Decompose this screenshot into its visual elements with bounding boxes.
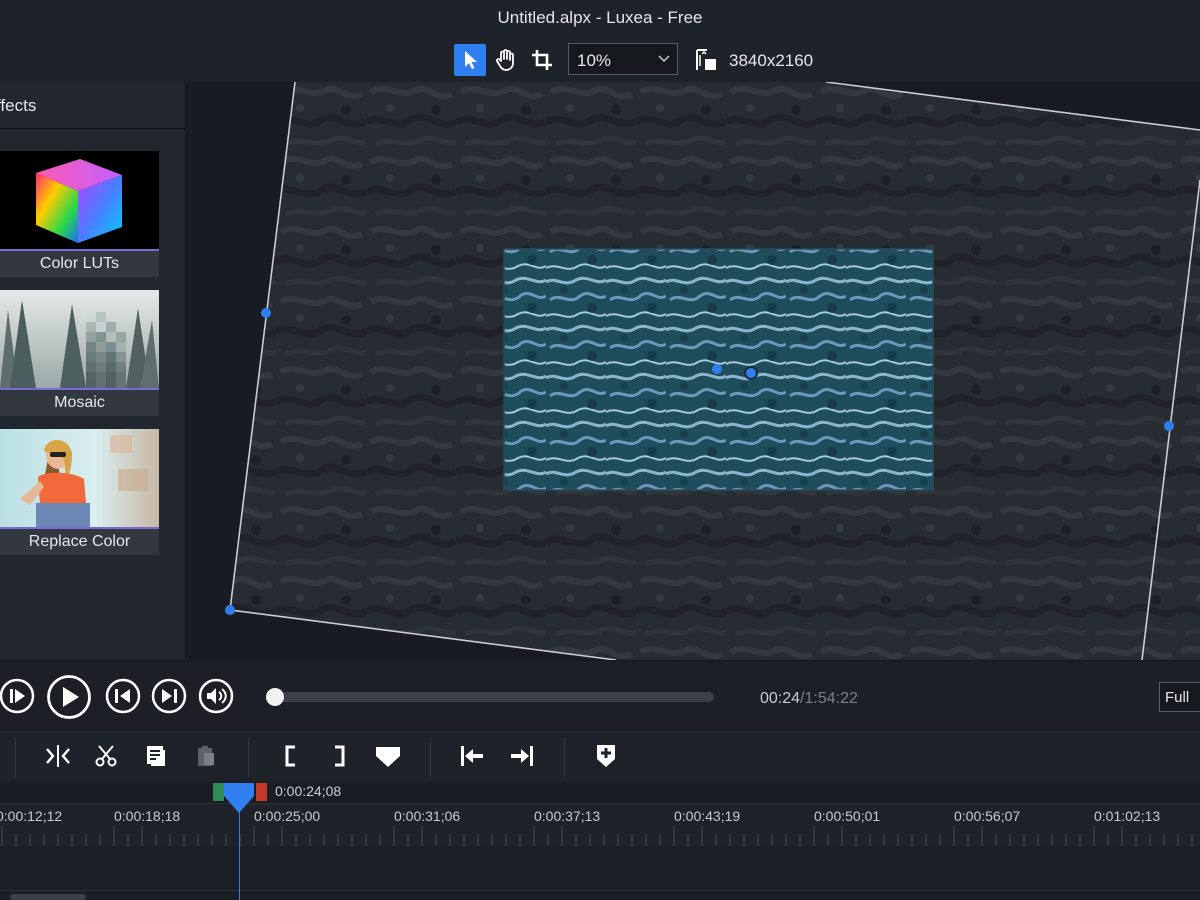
timeline-scrollbar[interactable] [10,894,86,900]
seek-track[interactable] [276,692,714,702]
current-time: 00:24 [760,690,801,707]
range-out-marker[interactable] [256,783,267,801]
cut-button[interactable] [90,740,122,772]
effects-panel: ffects Color LUTs Mosaic Replace Color [0,82,186,660]
ruler-label: 0:00:31;06 [394,808,461,824]
ruler-label: 0:00:50;01 [814,808,881,824]
go-to-end-button[interactable] [506,740,538,772]
playhead-handle[interactable] [222,782,256,814]
quality-select[interactable]: Full [1159,682,1200,712]
play-icon[interactable] [46,674,92,720]
add-marker-icon [597,745,615,767]
volume-icon[interactable] [197,677,235,715]
effect-label: Color LUTs [0,251,159,277]
total-time: /1:54:22 [800,690,858,707]
marker-button[interactable] [372,740,404,772]
mark-out-icon [335,745,345,767]
skip-previous-icon[interactable] [104,677,142,715]
playhead-time: 0:00:24;08 [275,783,342,799]
go-to-end-icon [511,746,533,766]
zoom-select[interactable]: 10% [568,43,678,75]
ruler-label: 0:01:02;13 [1094,808,1161,824]
crop-tool-button[interactable] [526,44,558,76]
hand-icon [496,49,514,71]
ruler-label: 0:00:18;18 [114,808,181,824]
effect-thumbnail [0,290,159,390]
preview-toolbar: 10% 3840x2160 [0,34,1200,83]
seek-handle[interactable] [266,688,284,706]
resolution-label: 3840x2160 [729,51,814,70]
ruler-label: 0:00:12;12 [0,808,63,824]
add-marker-button[interactable] [590,740,622,772]
ruler-label: 0:00:56;07 [954,808,1021,824]
resize-icon[interactable] [694,48,718,72]
effects-panel-header: ffects [0,82,185,129]
edit-toolbar [0,731,1200,781]
pan-tool-button[interactable] [490,44,522,76]
toolbar-divider [15,737,16,777]
effect-card-replace-color[interactable]: Replace Color [0,429,159,555]
paste-button[interactable] [190,740,222,772]
crop-icon [532,50,552,70]
go-to-start-button[interactable] [456,740,488,772]
chevron-down-icon [658,55,670,63]
effect-thumbnail [0,151,159,251]
toolbar-divider [248,737,249,777]
copy-button[interactable] [140,740,172,772]
ruler-label: 0:00:43;19 [674,808,741,824]
cursor-icon [465,51,477,69]
time-display: 00:24/1:54:22 [760,690,858,708]
cut-icon [95,745,117,767]
ruler-label: 0:00:25;00 [254,808,321,824]
split-icon [46,745,70,767]
toolbar-divider [564,737,565,777]
playhead-line[interactable] [239,801,240,900]
marker-icon [376,747,400,767]
select-tool-button[interactable] [454,44,486,76]
preview-stage [225,82,1200,660]
preview-canvas[interactable] [186,82,1200,660]
split-button[interactable] [42,740,74,772]
effects-panel-title: ffects [0,96,37,115]
effect-card-color-luts[interactable]: Color LUTs [0,151,159,277]
paste-icon [198,746,214,766]
toolbar-divider [430,737,431,777]
mark-out-button[interactable] [324,740,356,772]
ruler-label: 0:00:37;13 [534,808,601,824]
effect-thumbnail [0,429,159,529]
skip-next-icon[interactable] [150,677,188,715]
zoom-value: 10% [577,51,612,70]
mark-in-icon [285,745,295,767]
play-frame-icon[interactable] [0,677,36,715]
timeline-track[interactable] [0,846,1200,891]
title-bar: Untitled.alpx - Luxea - Free [0,0,1200,34]
effect-card-mosaic[interactable]: Mosaic [0,290,159,416]
mark-in-button[interactable] [274,740,306,772]
timeline-ruler[interactable]: 0:00:12;12 0:00:18;18 0:00:25;00 0:00:31… [0,803,1200,847]
go-to-start-icon [461,746,483,766]
window-title: Untitled.alpx - Luxea - Free [497,8,703,27]
playback-bar: 00:24/1:54:22 Full [0,660,1200,732]
copy-icon [147,746,165,766]
effect-label: Mosaic [0,390,159,416]
timeline-panel[interactable]: 0:00:24;08 0:00:12;12 0:00:18;18 0:00:25… [0,781,1200,900]
effect-label: Replace Color [0,529,159,555]
